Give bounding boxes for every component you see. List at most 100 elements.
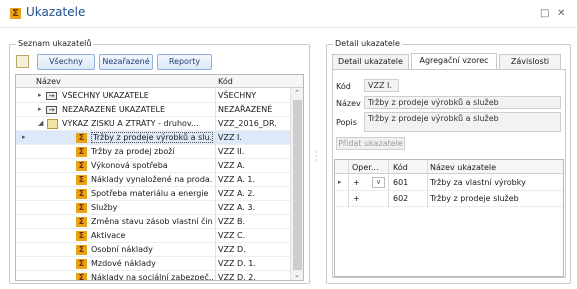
arrow-icon: → [46, 92, 57, 100]
sigma-icon: Σ [76, 189, 87, 199]
tree-row[interactable]: Σ Osobní náklady VZZ D. [16, 243, 291, 257]
tree-row[interactable]: Σ Služby VZZ A. 3. [16, 201, 291, 215]
tree-row-code: VZZ_2016_DR. [218, 119, 277, 128]
reports-button[interactable]: Reporty [157, 54, 212, 70]
all-button[interactable]: Všechny [37, 54, 95, 70]
unassigned-button[interactable]: Nezařazené [99, 54, 153, 70]
tree-header: Název Kód [16, 75, 303, 88]
sigma-icon: Σ [76, 245, 87, 255]
tree-row[interactable]: Σ Aktivace VZZ C. [16, 229, 291, 243]
tree-row[interactable]: ▸ → VŠECHNY UKAZATELE VŠECHNY [16, 89, 291, 103]
column-operation[interactable]: Oper... [352, 163, 378, 172]
tree-row[interactable]: Σ Tržby za prodej zboží VZZ II. [16, 145, 291, 159]
scroll-thumb[interactable] [293, 100, 302, 270]
tree-row-name: Tržby za prodej zboží [91, 147, 175, 156]
tree-row[interactable]: Σ Výkonová spotřeba VZZ A. [16, 159, 291, 173]
scroll-down-icon[interactable]: ⌄ [294, 271, 300, 279]
name-cell[interactable]: Tržby z prodeje služeb [430, 194, 519, 203]
tree-scrollbar[interactable]: ⌃ ⌄ [290, 88, 303, 280]
tree-row-name: VÝKAZ ZISKU A ZTRÁTY - druhov... [62, 119, 199, 128]
tree-row-code: VZZ II. [218, 147, 245, 156]
group-title: Detail ukazatele [333, 39, 402, 48]
tree-toggle-icon[interactable] [16, 55, 29, 68]
column-code[interactable]: Kód [218, 77, 233, 86]
tree-row-name: NEZAŘAZENÉ UKAZATELE [62, 105, 166, 114]
name-cell[interactable]: Tržby za vlastní výrobky [430, 178, 526, 187]
tree-row[interactable]: Σ Náklady vynaložené na proda... VZZ A. 1. [16, 173, 291, 187]
code-cell[interactable]: 602 [393, 194, 408, 203]
grid-row[interactable]: + 602 Tržby z prodeje služeb [335, 191, 563, 207]
operation-cell[interactable]: + [353, 178, 360, 187]
description-field[interactable]: Tržby z prodeje výrobků a služeb [364, 112, 561, 132]
close-button[interactable]: ✕ [557, 8, 565, 19]
tree-row-name: Spotřeba materiálu a energie [91, 189, 209, 198]
tab-aggregation[interactable]: Agregační vzorec [411, 53, 497, 69]
chevron-down-icon[interactable]: ∨ [372, 177, 385, 188]
expand-icon[interactable]: ▸ [38, 91, 42, 99]
window-titlebar: Σ Ukazatele □ ✕ [0, 0, 577, 28]
tree-row[interactable]: Σ Spotřeba materiálu a energie VZZ A. 2. [16, 187, 291, 201]
code-field[interactable]: VZZ I. [364, 79, 399, 92]
tab-dependencies[interactable]: Závislosti [499, 54, 561, 69]
tree-row-name: Tržby z prodeje výrobků a slu... [91, 132, 213, 143]
tree-row-code: VŠECHNY [218, 91, 257, 100]
column-code[interactable]: Kód [393, 163, 408, 172]
column-indicator-name[interactable]: Název ukazatele [430, 163, 496, 172]
sigma-icon: Σ [76, 147, 87, 157]
sigma-icon: Σ [76, 273, 87, 280]
tree-row-name: Aktivace [91, 231, 126, 240]
name-label: Název [336, 99, 361, 108]
tree-row[interactable]: ▸ → NEZAŘAZENÉ UKAZATELE NEZAŘAZENÉ [16, 103, 291, 117]
sigma-icon: Σ [76, 231, 87, 241]
scroll-up-icon[interactable]: ⌃ [294, 89, 300, 97]
code-cell[interactable]: 601 [393, 178, 408, 187]
tree-row[interactable]: ▸ Σ Tržby z prodeje výrobků a slu... VZZ I. [16, 131, 291, 145]
sigma-icon: Σ [76, 203, 87, 213]
tree-row-name: Náklady na sociální zabezpeč... [91, 273, 213, 281]
tree-row-code: VZZ A. 3. [218, 203, 256, 212]
row-indicator-icon: ▸ [338, 178, 342, 186]
sigma-icon: Σ [76, 161, 87, 171]
operation-cell[interactable]: + [353, 194, 360, 203]
tree-row-code: VZZ A. 1. [218, 175, 256, 184]
description-label: Popis [336, 118, 357, 127]
arrow-icon: → [46, 106, 57, 114]
column-name[interactable]: Název [36, 77, 61, 86]
folder-icon [47, 119, 58, 129]
tree-row-code: VZZ C. [218, 231, 246, 240]
tree-row-name: Služby [91, 203, 118, 212]
sigma-icon: Σ [76, 133, 87, 143]
tree-row-name: VŠECHNY UKAZATELE [62, 91, 149, 100]
tree-row[interactable]: Σ Mzdové náklady VZZ D. 1. [16, 257, 291, 271]
expand-icon[interactable]: ▸ [38, 105, 42, 113]
indicators-tree[interactable]: Název Kód ▸ → VŠECHNY UKAZATELE VŠECHNY ▸ → NE… [15, 74, 304, 281]
name-field[interactable]: Tržby z prodeje výrobků a služeb [364, 96, 561, 109]
tree-row-code: VZZ A. [218, 161, 245, 170]
maximize-button[interactable]: □ [540, 8, 549, 19]
tree-row-code: NEZAŘAZENÉ [218, 105, 273, 114]
tab-detail[interactable]: Detail ukazatele [332, 54, 409, 69]
tree-row[interactable]: Σ Změna stavu zásob vlastní čin... VZZ B. [16, 215, 291, 229]
code-label: Kód [336, 82, 351, 91]
sigma-icon: Σ [76, 259, 87, 269]
grid-row[interactable]: ▸ + ∨ 601 Tržby za vlastní výrobky [335, 175, 563, 191]
grid-header: Oper... Kód Název ukazatele [335, 160, 563, 174]
splitter-handle[interactable]: · · · [315, 149, 318, 165]
tree-row-name: Osobní náklady [91, 245, 153, 254]
tree-row[interactable]: ◢ VÝKAZ ZISKU A ZTRÁTY - druhov... VZZ_201… [16, 117, 291, 131]
tree-row-code: VZZ D. 2. [218, 273, 256, 281]
add-indicator-button[interactable]: Přidat ukazatele [336, 137, 405, 150]
tree-row-code: VZZ A. 2. [218, 189, 256, 198]
tree-row-code: VZZ D. 1. [218, 259, 256, 268]
collapse-icon[interactable]: ◢ [38, 119, 43, 127]
group-title: Seznam ukazatelů [16, 39, 94, 48]
sigma-icon: Σ [10, 8, 21, 19]
sigma-icon: Σ [76, 175, 87, 185]
tree-row-name: Mzdové náklady [91, 259, 156, 268]
formula-grid[interactable]: Oper... Kód Název ukazatele ▸ + ∨ 601 Tr… [334, 159, 564, 277]
tree-row[interactable]: Σ Náklady na sociální zabezpeč... VZZ D. 2… [16, 271, 291, 281]
tree-row-name: Náklady vynaložené na proda... [91, 175, 213, 184]
tree-row-code: VZZ D. [218, 245, 246, 254]
row-indicator-icon: ▸ [22, 133, 26, 141]
tree-row-code: VZZ I. [218, 133, 242, 142]
